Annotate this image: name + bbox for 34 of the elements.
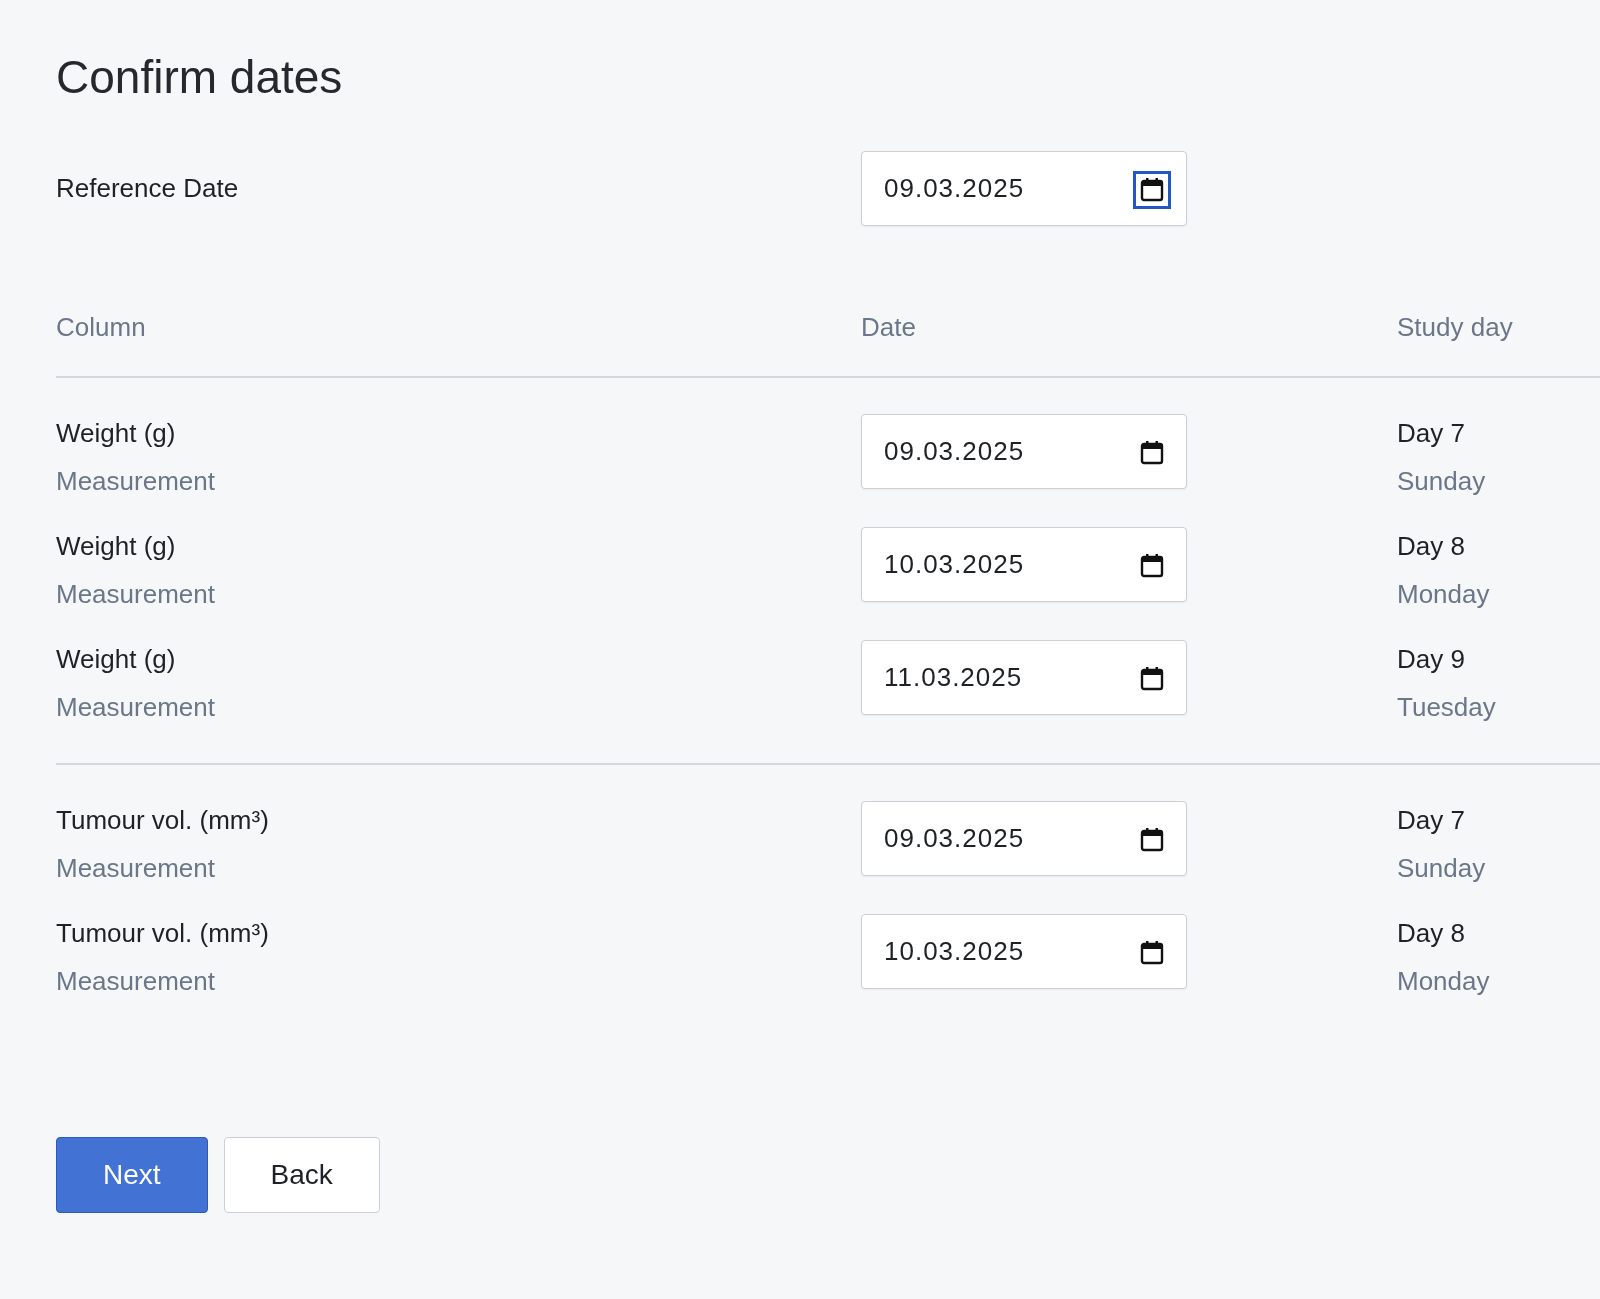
row-type: Measurement bbox=[56, 852, 216, 886]
page-title: Confirm dates bbox=[56, 50, 344, 105]
date-field[interactable]: 09.03.2025 bbox=[861, 414, 1187, 490]
row-label: Tumour vol. (mm³) bbox=[56, 917, 270, 951]
date-field[interactable]: 11.03.2025 bbox=[861, 640, 1187, 716]
date-field[interactable]: 09.03.2025 bbox=[861, 151, 1187, 227]
back-button[interactable]: Back bbox=[223, 1137, 380, 1214]
row-type: Measurement bbox=[56, 691, 216, 725]
column-header: Date bbox=[861, 312, 916, 343]
weekday: Monday bbox=[1397, 965, 1490, 999]
study-day: Day 7 bbox=[1397, 414, 1486, 454]
row-type: Measurement bbox=[56, 465, 216, 499]
row-type: Measurement bbox=[56, 965, 216, 999]
column-header: Column bbox=[56, 312, 146, 343]
weekday: Monday bbox=[1397, 578, 1490, 612]
row-label: Tumour vol. (mm³) bbox=[56, 804, 270, 838]
column-header: Study day bbox=[1397, 312, 1513, 343]
row-type: Measurement bbox=[56, 578, 216, 612]
row-label: Weight (g) bbox=[56, 643, 177, 677]
study-day: Day 7 bbox=[1397, 801, 1486, 841]
date-field[interactable]: 09.03.2025 bbox=[861, 801, 1187, 877]
field-label: Reference Date bbox=[56, 173, 239, 204]
calendar-icon[interactable] bbox=[1133, 171, 1171, 210]
weekday: Sunday bbox=[1397, 465, 1486, 499]
date-field[interactable]: 10.03.2025 bbox=[861, 527, 1187, 603]
row-label: Weight (g) bbox=[56, 417, 177, 451]
date-field[interactable]: 10.03.2025 bbox=[861, 914, 1187, 990]
next-button[interactable]: Next bbox=[56, 1137, 208, 1214]
study-day: Day 9 bbox=[1397, 640, 1496, 680]
weekday: Sunday bbox=[1397, 852, 1486, 886]
study-day: Day 8 bbox=[1397, 527, 1490, 567]
row-label: Weight (g) bbox=[56, 530, 177, 564]
weekday: Tuesday bbox=[1397, 691, 1496, 725]
study-day: Day 8 bbox=[1397, 914, 1490, 954]
